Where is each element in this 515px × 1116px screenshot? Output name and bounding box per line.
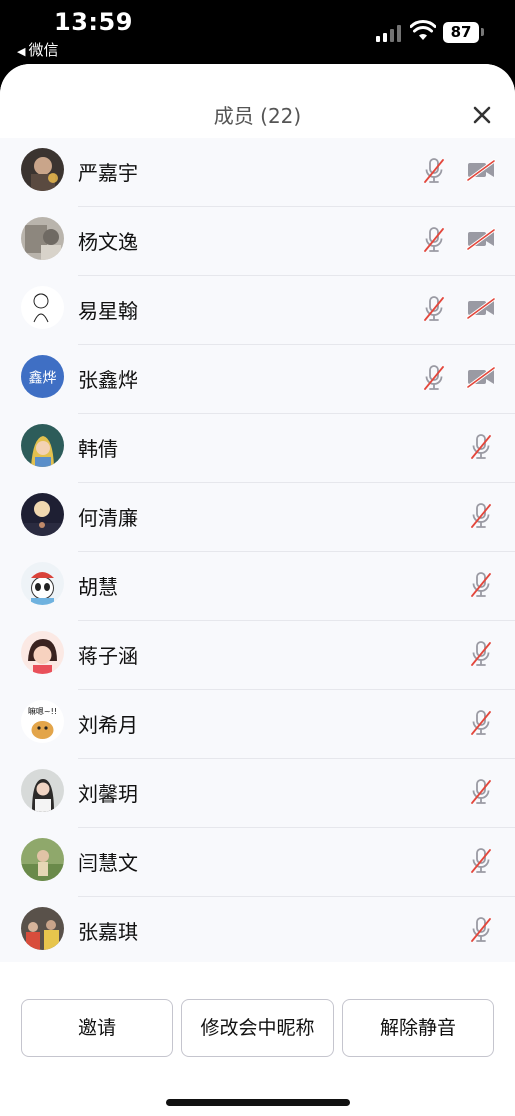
member-name: 刘馨玥 [78,782,138,806]
member-row[interactable]: 何清廉 [0,483,515,552]
avatar[interactable] [21,631,64,674]
mic-muted-icon [469,778,493,806]
member-name: 张嘉琪 [78,920,138,944]
member-name: 何清廉 [78,506,138,530]
camera-off-icon [466,296,496,320]
member-list[interactable]: 严嘉宇 杨文逸 易星翰 鑫烨 张鑫烨 韩倩 何清廉 胡慧 蒋子涵 嘛嗯~!! 刘… [0,138,515,962]
mic-muted-icon [422,364,446,392]
avatar[interactable] [21,907,64,950]
invite-button[interactable]: 邀请 [21,999,173,1057]
member-row[interactable]: 易星翰 [0,276,515,345]
member-row[interactable]: 蒋子涵 [0,621,515,690]
member-row[interactable]: 严嘉宇 [0,138,515,207]
camera-off-icon [466,227,496,251]
members-sheet: 成员 (22) 严嘉宇 杨文逸 易星翰 鑫烨 张鑫烨 韩倩 何清廉 胡慧 蒋子涵… [0,64,515,1116]
member-name: 张鑫烨 [78,368,138,392]
avatar[interactable] [21,286,64,329]
member-row[interactable]: 嘛嗯~!! 刘希月 [0,690,515,759]
member-name: 闫慧文 [78,851,138,875]
member-name: 刘希月 [78,713,138,737]
cellular-signal-icon [376,24,402,42]
avatar-initials: 鑫烨 [29,370,57,387]
avatar[interactable]: 鑫烨 [21,355,64,398]
status-bar: 13:59 ◀ 微信 87 [0,0,515,64]
back-to-app-link[interactable]: ◀ 微信 [17,39,58,60]
back-triangle-icon: ◀ [17,45,26,58]
mic-muted-icon [469,433,493,461]
action-bar: 邀请 修改会中昵称 解除静音 [0,962,515,1116]
member-name: 韩倩 [78,437,118,461]
avatar[interactable] [21,493,64,536]
member-name: 严嘉宇 [78,161,138,185]
member-row[interactable]: 鑫烨 张鑫烨 [0,345,515,414]
member-row[interactable]: 闫慧文 [0,828,515,897]
camera-off-icon [466,158,496,182]
rename-in-meeting-button[interactable]: 修改会中昵称 [181,999,334,1057]
member-name: 胡慧 [78,575,118,599]
home-indicator[interactable] [166,1099,350,1106]
svg-text:嘛嗯~!!: 嘛嗯~!! [28,706,57,716]
avatar[interactable] [21,838,64,881]
sheet-header: 成员 (22) [0,64,515,138]
mic-muted-icon [422,295,446,323]
clock: 13:59 [54,8,133,36]
member-name: 蒋子涵 [78,644,138,668]
mic-muted-icon [469,709,493,737]
avatar[interactable]: 嘛嗯~!! [21,700,64,743]
mic-muted-icon [469,847,493,875]
avatar[interactable] [21,769,64,812]
member-row[interactable]: 杨文逸 [0,207,515,276]
mic-muted-icon [469,640,493,668]
mic-muted-icon [469,502,493,530]
wifi-icon [410,20,436,40]
unmute-button[interactable]: 解除静音 [342,999,494,1057]
member-row[interactable]: 张嘉琪 [0,897,515,962]
camera-off-icon [466,365,496,389]
mic-muted-icon [422,226,446,254]
member-row[interactable]: 胡慧 [0,552,515,621]
member-name: 易星翰 [78,299,138,323]
mic-muted-icon [469,916,493,944]
back-app-label: 微信 [28,41,59,59]
avatar[interactable] [21,217,64,260]
battery-cap [481,28,484,36]
mic-muted-icon [422,157,446,185]
member-row[interactable]: 韩倩 [0,414,515,483]
battery-indicator: 87 [443,22,479,43]
member-name: 杨文逸 [78,230,138,254]
avatar[interactable] [21,562,64,605]
sheet-title: 成员 (22) [213,104,302,128]
member-row[interactable]: 刘馨玥 [0,759,515,828]
mic-muted-icon [469,571,493,599]
avatar[interactable] [21,148,64,191]
close-icon[interactable] [467,100,497,130]
avatar[interactable] [21,424,64,467]
